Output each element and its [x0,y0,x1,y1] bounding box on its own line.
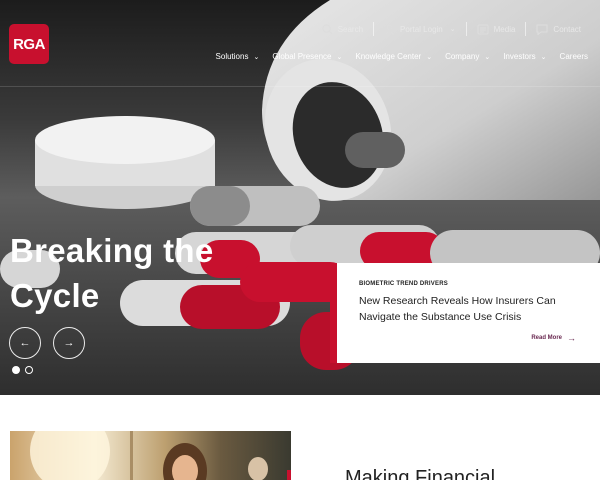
nav-investors[interactable]: Investors ⌄ [503,51,547,62]
utility-nav: Search Portal Login ⌄ Media Contact [312,21,591,37]
chevron-down-icon: ⌄ [540,54,547,61]
card-eyebrow: BIOMETRIC TREND DRIVERS [359,281,448,287]
chevron-down-icon: ⌄ [253,54,260,61]
chevron-down-icon: ⌄ [484,54,491,61]
media-icon [477,24,489,35]
feature-card[interactable]: BIOMETRIC TREND DRIVERS New Research Rev… [330,263,600,363]
utility-search-label: Search [337,24,364,34]
hero-headline: Breaking the Cycle [10,232,214,314]
user-icon [384,24,395,35]
utility-portal-login[interactable]: Portal Login ⌄ [374,24,466,35]
nav-solutions[interactable]: Solutions ⌄ [215,51,260,62]
chevron-down-icon: ⌄ [336,54,343,61]
utility-media[interactable]: Media [467,24,526,35]
carousel-next-button[interactable]: → [53,327,85,359]
main-nav: Solutions ⌄ Global Presence ⌄ Knowledge … [203,49,588,63]
search-icon [322,23,333,35]
nav-investors-label: Investors [503,51,536,61]
chevron-down-icon: ⌄ [449,26,456,33]
read-more-link[interactable]: Read More → [531,333,576,343]
nav-knowledge-center-label: Knowledge Center [355,51,422,61]
utility-media-label: Media [493,24,516,34]
nav-careers-label: Careers [559,51,588,61]
nav-company-label: Company [445,51,480,61]
chevron-down-icon: ⌄ [426,54,433,61]
photo-accent-bar [287,470,291,480]
utility-portal-login-label: Portal Login [400,24,443,34]
utility-search[interactable]: Search [312,23,373,35]
family-photo-art [30,431,268,480]
chat-icon [536,24,548,35]
arrow-left-icon: ← [19,337,31,349]
nav-company[interactable]: Company ⌄ [445,51,491,62]
read-more-label: Read More [531,335,562,341]
nav-global-presence[interactable]: Global Presence ⌄ [272,51,343,62]
carousel-prev-button[interactable]: ← [9,327,41,359]
arrow-right-icon: → [63,337,75,349]
arrow-right-icon: → [567,333,576,343]
section-title: Making Financial [345,467,496,480]
nav-divider [0,86,600,87]
nav-careers[interactable]: Careers [560,52,588,61]
family-photo [10,431,291,480]
carousel-dot-active[interactable] [12,366,20,374]
card-title[interactable]: New Research Reveals How Insurers Can Na… [359,293,589,325]
utility-contact-label: Contact [553,24,581,34]
utility-contact[interactable]: Contact [526,24,591,35]
rga-logo[interactable]: RGA [9,24,49,64]
nav-global-presence-label: Global Presence [272,51,332,61]
nav-knowledge-center[interactable]: Knowledge Center ⌄ [355,51,433,62]
carousel-dot[interactable] [25,366,33,374]
hero-banner: RGA Search Portal Login ⌄ Media Contact … [0,0,600,395]
nav-solutions-label: Solutions [215,51,249,61]
